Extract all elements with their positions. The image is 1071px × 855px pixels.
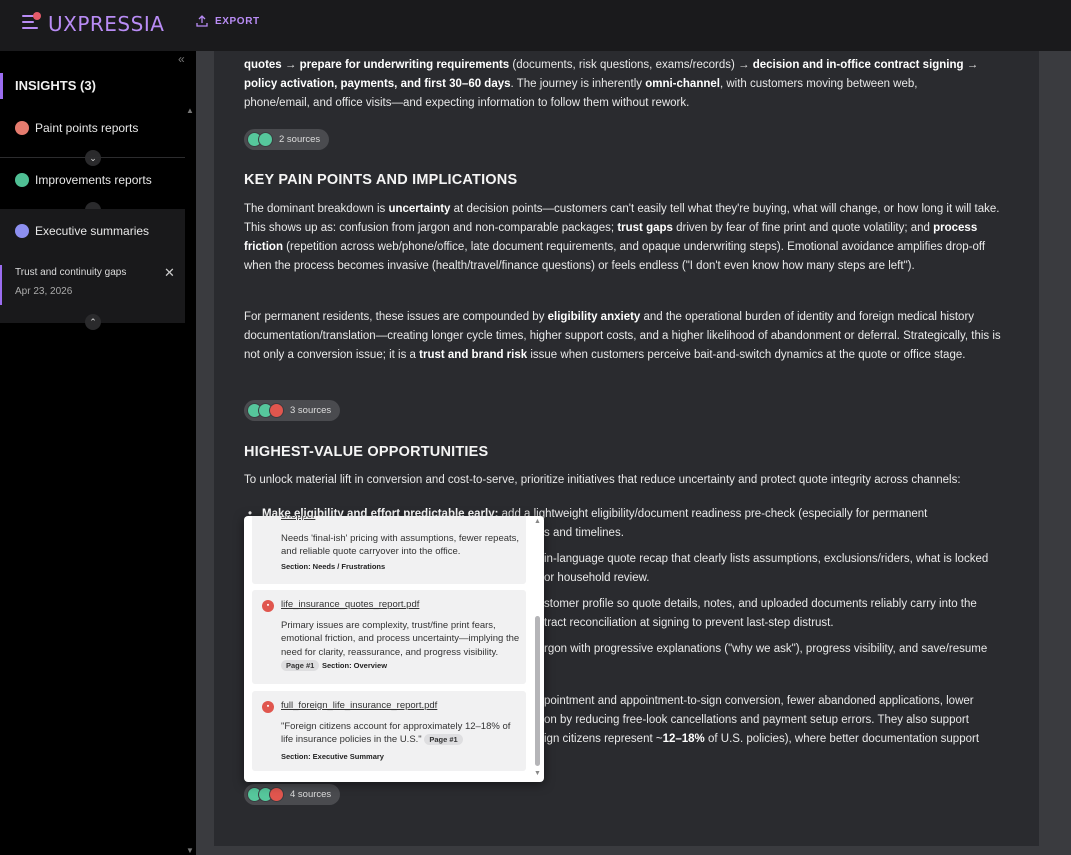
source-card: ▪ full_foreign_life_insurance_report.pdf… <box>252 691 526 771</box>
sidebar: « INSIGHTS (3) ▲ Paint points reports ⌄ … <box>0 51 196 855</box>
text-fragment: rgon with progressive explanations ("why… <box>544 643 988 655</box>
text-fragment: on by reducing free-look cancellations a… <box>544 714 969 726</box>
sources-count: 2 sources <box>279 134 321 145</box>
opportunities-intro: To unlock material lift in conversion an… <box>244 474 961 486</box>
page-scroll-gutter[interactable] <box>1048 51 1071 855</box>
source-avatars <box>247 403 284 418</box>
page-chip: Page #1 <box>424 734 463 746</box>
sources-pill[interactable]: 3 sources <box>244 400 341 421</box>
improvements-icon <box>15 173 29 187</box>
source-quote: Primary issues are complexity, trust/fin… <box>281 620 520 671</box>
section-heading: HIGHEST-VALUE OPPORTUNITIES <box>244 444 489 460</box>
source-card-cut-title: shopper <box>281 516 521 522</box>
divider <box>0 157 185 158</box>
insights-header: INSIGHTS (3) <box>0 73 186 99</box>
sidebar-scroll-up-icon[interactable]: ▲ <box>186 106 194 115</box>
upload-icon <box>196 15 208 27</box>
permanent-residents-paragraph: For permanent residents, these issues ar… <box>244 311 1001 361</box>
sources-count: 3 sources <box>290 405 332 416</box>
source-file-link[interactable]: full_foreign_life_insurance_report.pdf <box>281 700 437 711</box>
section-heading: KEY PAIN POINTS AND IMPLICATIONS <box>244 172 518 188</box>
pdf-icon: ▪ <box>262 600 274 612</box>
export-button[interactable]: EXPORT <box>196 15 260 27</box>
pdf-icon: ▪ <box>262 701 274 713</box>
source-avatars <box>247 787 284 802</box>
pain-points-paragraph: The dominant breakdown is uncertainty at… <box>244 203 1000 272</box>
sidebar-item-executive-summaries[interactable]: Executive summaries <box>15 224 149 238</box>
page-chip: Page #1 <box>281 659 320 671</box>
popup-scroll-down-icon[interactable]: ▼ <box>534 770 541 777</box>
popup-scroll-up-icon[interactable]: ▲ <box>534 518 541 525</box>
sources-count: 4 sources <box>290 789 332 800</box>
executive-summaries-section: Executive summaries Trust and continuity… <box>0 209 185 330</box>
source-quote: Needs 'final-ish' pricing with assumptio… <box>281 533 520 558</box>
sidebar-item-label: Executive summaries <box>35 224 150 238</box>
text-fragment: stomer profile so quote details, notes, … <box>544 598 977 610</box>
text-fragment: in-language quote recap that clearly lis… <box>544 553 989 565</box>
sources-pill[interactable]: 4 sources <box>244 784 341 805</box>
text-fragment: s and timelines. <box>544 527 624 539</box>
popup-scrollbar[interactable] <box>535 616 540 766</box>
text-fragment: or household review. <box>544 572 650 584</box>
sidebar-scroll-down-icon[interactable]: ▼ <box>186 846 194 855</box>
export-label: EXPORT <box>215 15 260 27</box>
report-date: Apr 23, 2026 <box>15 286 73 297</box>
source-section: Section: Needs / Frustrations <box>281 562 386 571</box>
source-card: shopper Needs 'final-ish' pricing with a… <box>252 516 526 584</box>
collapse-executive-chevron-icon[interactable]: ⌃ <box>85 314 101 330</box>
notification-badge <box>33 12 41 20</box>
source-avatars <box>247 132 273 147</box>
intro-paragraph: quotes → prepare for underwriting requir… <box>244 59 979 109</box>
sidebar-item-label: Paint points reports <box>35 121 139 135</box>
sidebar-item-improvements[interactable]: Improvements reports <box>15 173 152 187</box>
source-section: Section: Overview <box>322 660 388 670</box>
report-entry[interactable]: Trust and continuity gaps Apr 23, 2026 ✕ <box>0 265 185 305</box>
expand-pain-points-chevron-icon[interactable]: ⌄ <box>85 150 101 166</box>
text-fragment: pointment and appointment-to-sign conver… <box>544 695 974 707</box>
sources-pill[interactable]: 2 sources <box>244 129 330 150</box>
text-fragment: tract reconciliation at signing to preve… <box>544 617 834 629</box>
report-title: Trust and continuity gaps <box>15 267 127 278</box>
sidebar-item-label: Improvements reports <box>35 173 152 187</box>
pain-points-icon <box>15 121 29 135</box>
executive-summary-icon <box>15 224 29 238</box>
top-bar: UXPRESSIA EXPORT <box>0 0 1071 51</box>
source-section: Section: Executive Summary <box>281 752 384 761</box>
source-file-link[interactable]: life_insurance_quotes_report.pdf <box>281 599 419 610</box>
source-card: ▪ life_insurance_quotes_report.pdf Prima… <box>252 590 526 684</box>
sources-popup[interactable]: shopper Needs 'final-ish' pricing with a… <box>244 516 544 782</box>
source-quote: "Foreign citizens account for approximat… <box>281 721 511 746</box>
collapse-sidebar-icon[interactable]: « <box>178 52 185 66</box>
close-icon[interactable]: ✕ <box>164 265 175 281</box>
app-logo[interactable]: UXPRESSIA <box>48 12 164 36</box>
sidebar-item-pain-points[interactable]: Paint points reports <box>15 121 138 135</box>
text-fragment: ign citizens represent ~12–18% of U.S. p… <box>544 733 980 745</box>
